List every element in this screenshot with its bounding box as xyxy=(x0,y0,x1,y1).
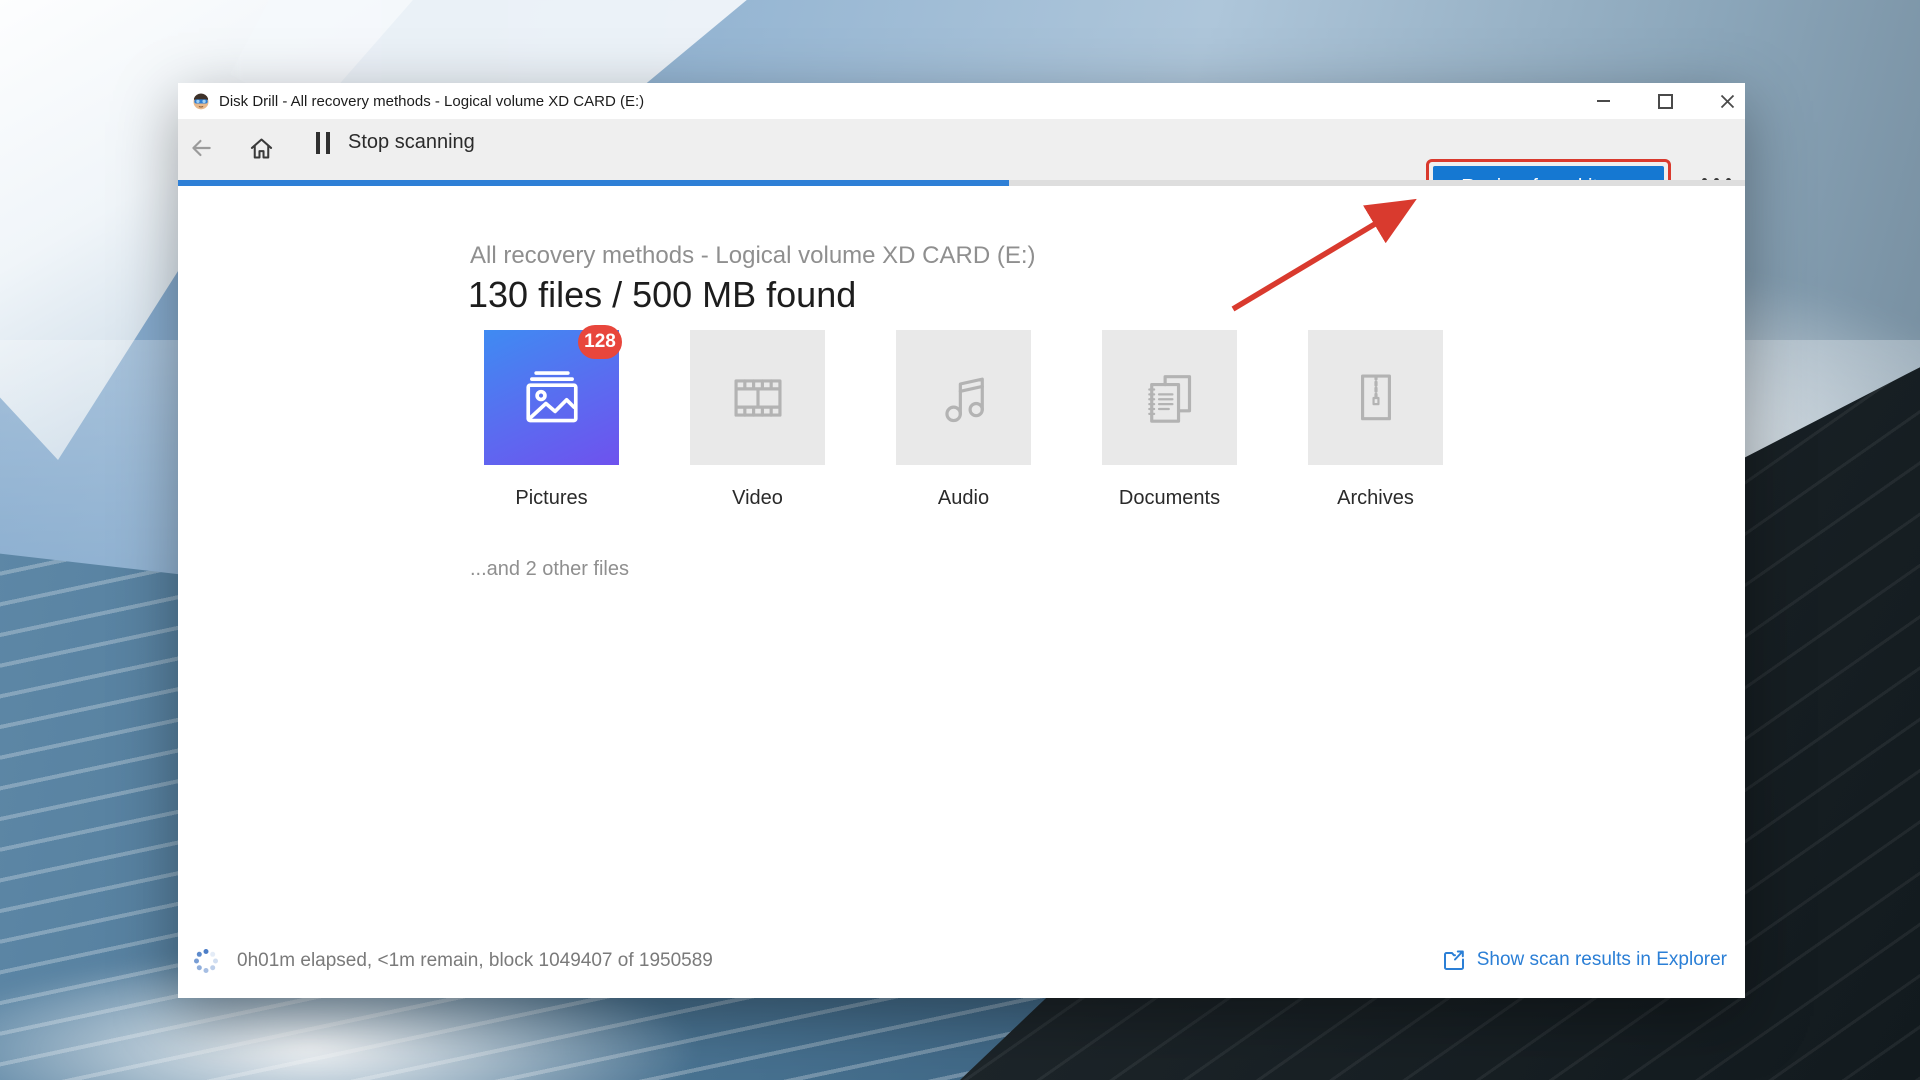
scan-headline: 130 files / 500 MB found xyxy=(468,274,857,315)
pause-icon xyxy=(316,131,330,154)
category-tile-audio[interactable] xyxy=(896,330,1031,465)
category-tile-archives[interactable] xyxy=(1308,330,1443,465)
maximize-icon xyxy=(1657,93,1673,109)
home-button[interactable] xyxy=(246,133,276,163)
other-files-note: ...and 2 other files xyxy=(470,558,629,580)
caption-controls xyxy=(1595,83,1735,119)
audio-icon xyxy=(944,377,984,422)
disk-drill-app-icon xyxy=(193,93,209,110)
back-button[interactable] xyxy=(186,133,216,163)
category-label-archives: Archives xyxy=(1337,487,1414,509)
toolbar: Stop scanning Review found items xyxy=(178,119,1745,216)
scan-subtitle: All recovery methods - Logical volume XD… xyxy=(470,242,1036,269)
status-bar: 0h01m elapsed, <1m remain, block 1049407… xyxy=(178,936,1745,998)
video-icon xyxy=(733,378,782,417)
documents-icon xyxy=(1147,374,1191,423)
window-title: Disk Drill - All recovery methods - Logi… xyxy=(219,92,645,110)
stop-scanning-button[interactable]: Stop scanning xyxy=(316,131,475,154)
maximize-button[interactable] xyxy=(1657,93,1673,109)
show-scan-results-link[interactable]: Show scan results in Explorer xyxy=(1442,948,1727,972)
category-tile-documents[interactable] xyxy=(1102,330,1237,465)
archives-icon xyxy=(1360,373,1391,420)
category-tile-video[interactable] xyxy=(690,330,825,465)
title-bar[interactable]: Disk Drill - All recovery methods - Logi… xyxy=(178,83,1745,119)
back-arrow-icon xyxy=(192,139,211,157)
close-button[interactable] xyxy=(1719,93,1735,109)
folder-export-icon xyxy=(1443,950,1464,970)
category-label-pictures: Pictures xyxy=(515,487,588,509)
disk-drill-window: Disk Drill - All recovery methods - Logi… xyxy=(178,83,1745,998)
spinner-icon xyxy=(194,949,218,973)
scan-summary-panel: All recovery methods - Logical volume XD… xyxy=(178,186,1745,936)
category-label-audio: Audio xyxy=(937,487,990,509)
pictures-count-badge: 128 xyxy=(578,325,622,359)
pictures-icon xyxy=(525,370,578,422)
category-label-video: Video xyxy=(732,487,783,509)
desktop-background: Disk Drill - All recovery methods - Logi… xyxy=(0,0,1920,1080)
scan-status-text: 0h01m elapsed, <1m remain, block 1049407… xyxy=(237,950,713,971)
close-icon xyxy=(1720,94,1734,108)
minimize-icon xyxy=(1596,100,1610,102)
stop-scanning-label: Stop scanning xyxy=(348,131,475,153)
home-icon xyxy=(250,137,272,159)
category-label-documents: Documents xyxy=(1118,487,1221,509)
show-scan-results-label: Show scan results in Explorer xyxy=(1476,949,1727,970)
minimize-button[interactable] xyxy=(1595,93,1611,109)
